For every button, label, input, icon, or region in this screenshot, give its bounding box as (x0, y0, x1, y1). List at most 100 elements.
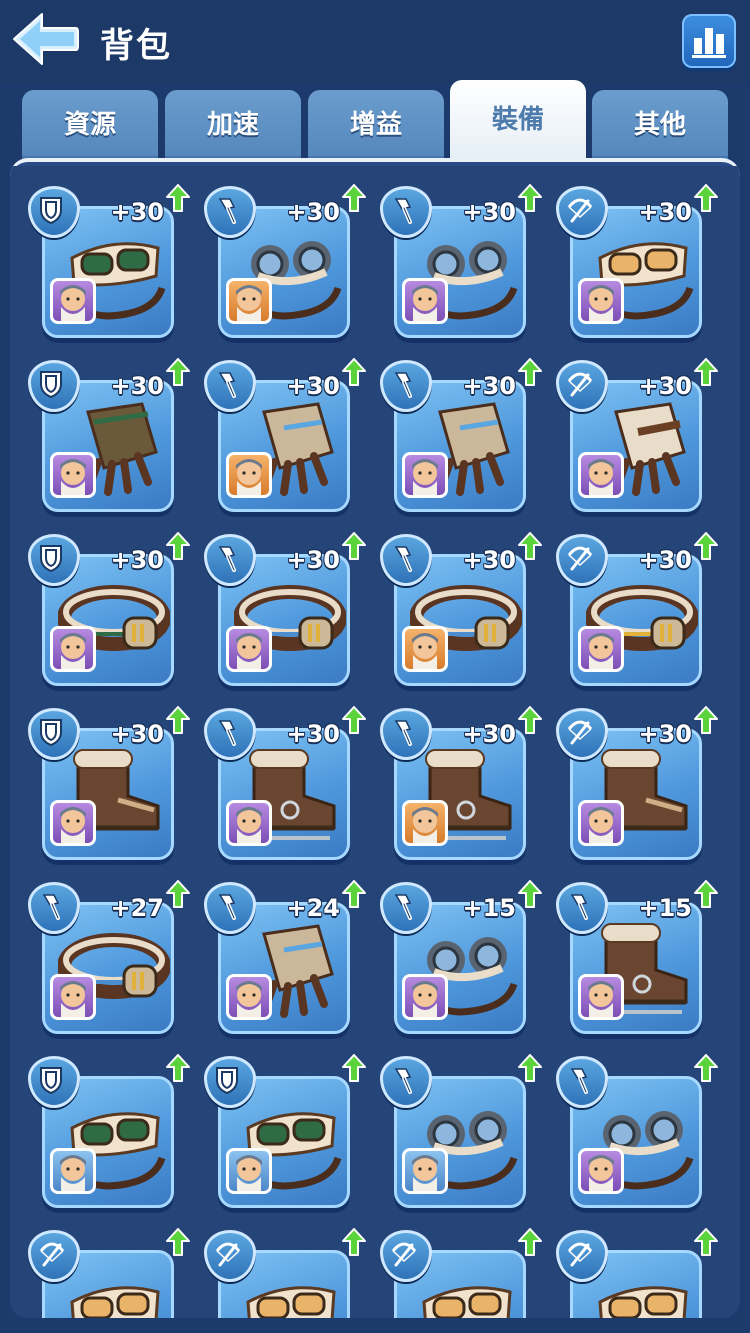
equipment-slot[interactable]: +15 (556, 874, 718, 1034)
upgrade-arrow-icon (518, 1054, 542, 1082)
power-bonus-label: +30 (110, 198, 164, 226)
equipment-slot[interactable] (204, 1048, 366, 1208)
power-bonus-label: +30 (462, 546, 516, 574)
power-bonus-label: +30 (638, 720, 692, 748)
upgrade-arrow-icon (166, 184, 190, 212)
equipment-goggles-amber-image (58, 1262, 170, 1318)
hero-avatar (226, 1148, 272, 1194)
equipment-slot[interactable]: +27 (28, 874, 190, 1034)
hero-avatar (50, 974, 96, 1020)
equipment-slot[interactable] (380, 1222, 542, 1318)
upgrade-arrow-icon (342, 358, 366, 386)
equipment-slot[interactable] (380, 1048, 542, 1208)
hero-avatar (50, 626, 96, 672)
power-bonus-label: +30 (462, 720, 516, 748)
upgrade-arrow-icon (694, 1228, 718, 1256)
equipment-slot[interactable]: +30 (380, 700, 542, 860)
tab-other[interactable]: 其他 (592, 90, 728, 160)
upgrade-arrow-icon (518, 358, 542, 386)
equipment-slot[interactable]: +30 (556, 700, 718, 860)
upgrade-arrow-icon (694, 184, 718, 212)
equipment-slot[interactable]: +30 (28, 526, 190, 686)
power-bonus-label: +30 (638, 198, 692, 226)
upgrade-arrow-icon (166, 880, 190, 908)
equipment-slot[interactable]: +30 (204, 178, 366, 338)
hero-avatar (50, 800, 96, 846)
tab-equipment[interactable]: 裝備 (450, 80, 586, 160)
hero-avatar (226, 974, 272, 1020)
power-bonus-label: +30 (286, 720, 340, 748)
upgrade-arrow-icon (166, 358, 190, 386)
power-bonus-label: +30 (638, 546, 692, 574)
equipment-slot[interactable]: +30 (204, 700, 366, 860)
equipment-slot[interactable] (28, 1048, 190, 1208)
back-button[interactable] (10, 10, 80, 68)
equipment-grid: +30 +30 +30 +30 +30 +30 +30 +30 +30 +30 +30 +30 +30 +… (10, 166, 740, 1318)
equipment-slot[interactable]: +30 (380, 352, 542, 512)
power-bonus-label: +15 (638, 894, 692, 922)
equipment-slot[interactable]: +15 (380, 874, 542, 1034)
upgrade-arrow-icon (518, 184, 542, 212)
equipment-slot[interactable]: +24 (204, 874, 366, 1034)
equipment-goggles-amber-image (410, 1262, 522, 1318)
equipment-slot[interactable] (28, 1222, 190, 1318)
back-arrow-icon (13, 13, 79, 65)
upgrade-arrow-icon (518, 1228, 542, 1256)
power-bonus-label: +30 (286, 546, 340, 574)
equipment-slot[interactable] (556, 1222, 718, 1318)
upgrade-arrow-icon (166, 1054, 190, 1082)
equipment-slot[interactable]: +30 (204, 352, 366, 512)
power-bonus-label: +30 (286, 372, 340, 400)
hero-avatar (402, 800, 448, 846)
upgrade-arrow-icon (518, 532, 542, 560)
upgrade-arrow-icon (518, 706, 542, 734)
equipment-slot[interactable]: +30 (28, 178, 190, 338)
tab-speedups[interactable]: 加速 (165, 90, 301, 160)
upgrade-arrow-icon (166, 706, 190, 734)
hero-avatar (402, 452, 448, 498)
equipment-slot[interactable]: +30 (380, 178, 542, 338)
equipment-slot[interactable]: +30 (556, 178, 718, 338)
upgrade-arrow-icon (694, 880, 718, 908)
equipment-slot[interactable]: +30 (204, 526, 366, 686)
hero-avatar (578, 278, 624, 324)
upgrade-arrow-icon (518, 880, 542, 908)
upgrade-arrow-icon (694, 1054, 718, 1082)
equipment-slot[interactable]: +30 (380, 526, 542, 686)
hero-avatar (578, 1148, 624, 1194)
equipment-slot[interactable]: +30 (556, 526, 718, 686)
hero-avatar (402, 626, 448, 672)
upgrade-arrow-icon (694, 532, 718, 560)
equipment-slot[interactable]: +30 (28, 700, 190, 860)
upgrade-arrow-icon (694, 358, 718, 386)
upgrade-arrow-icon (342, 1054, 366, 1082)
hero-avatar (402, 1148, 448, 1194)
category-tabs: 資源 加速 增益 裝備 其他 (22, 80, 732, 160)
equipment-goggles-amber-image (234, 1262, 346, 1318)
equipment-slot[interactable] (204, 1222, 366, 1318)
bar-chart-icon (692, 28, 726, 58)
power-bonus-label: +30 (462, 372, 516, 400)
equipment-slot[interactable] (556, 1048, 718, 1208)
equipment-slot[interactable]: +30 (556, 352, 718, 512)
hero-avatar (226, 278, 272, 324)
power-bonus-label: +30 (110, 372, 164, 400)
ranking-button[interactable] (682, 14, 736, 68)
power-bonus-label: +15 (462, 894, 516, 922)
tab-resources[interactable]: 資源 (22, 90, 158, 160)
page-title: 背包 (100, 26, 172, 66)
hero-avatar (50, 1148, 96, 1194)
hero-avatar (50, 278, 96, 324)
inventory-panel: +30 +30 +30 +30 +30 +30 +30 +30 +30 +30 +30 +30 +30 +… (10, 158, 740, 1318)
tab-boosts[interactable]: 增益 (308, 90, 444, 160)
upgrade-arrow-icon (342, 532, 366, 560)
equipment-slot[interactable]: +30 (28, 352, 190, 512)
hero-avatar (402, 278, 448, 324)
hero-avatar (402, 974, 448, 1020)
upgrade-arrow-icon (166, 532, 190, 560)
upgrade-arrow-icon (342, 1228, 366, 1256)
power-bonus-label: +30 (110, 720, 164, 748)
hero-avatar (50, 452, 96, 498)
upgrade-arrow-icon (342, 706, 366, 734)
equipment-goggles-amber-image (586, 1262, 698, 1318)
